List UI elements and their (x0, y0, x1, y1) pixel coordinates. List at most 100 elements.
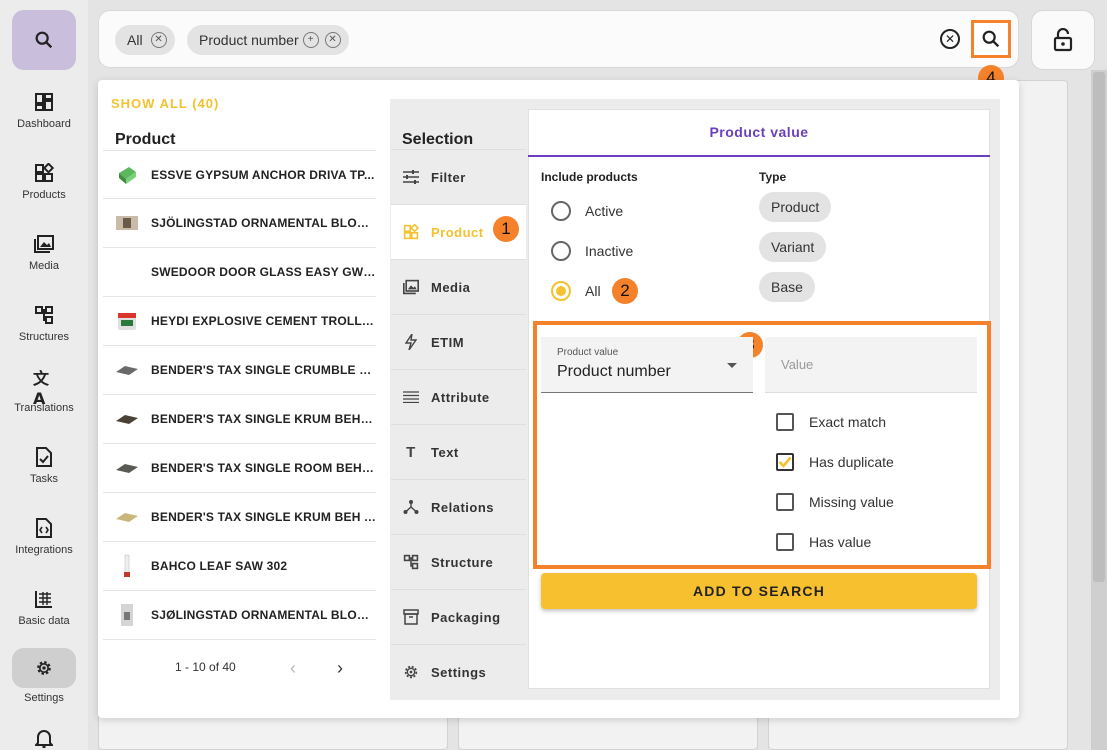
selection-item-packaging[interactable]: Packaging (391, 589, 526, 644)
nav-item-basic-data[interactable]: Basic data (0, 579, 88, 645)
list-item[interactable]: SWEDOOR DOOR GLASS EASY GW1 ... (103, 248, 376, 297)
checkbox-has-duplicate[interactable] (776, 453, 794, 471)
selection-label: Structure (431, 554, 494, 570)
search-button[interactable] (971, 20, 1011, 58)
radio-all[interactable] (551, 281, 571, 301)
list-item[interactable]: BENDER'S TAX SINGLE KRUM BEH B... (103, 395, 376, 444)
value-input[interactable] (765, 337, 977, 392)
close-icon[interactable]: ✕ (150, 32, 167, 48)
list-item[interactable]: SJÖLINGSTAD ORNAMENTAL BLOC... (103, 199, 376, 248)
nav-search-button[interactable] (12, 10, 76, 70)
checkbox-exact-match[interactable] (776, 413, 794, 431)
nav-item-products[interactable]: Products (0, 153, 88, 219)
product-thumbnail (116, 366, 138, 375)
bolt-icon (402, 333, 420, 351)
product-name: BAHCO LEAF SAW 302 (151, 559, 288, 573)
list-item[interactable]: BENDER'S TAX SINGLE ROOM BEH G... (103, 444, 376, 493)
selection-item-media[interactable]: Media (391, 259, 526, 314)
product-name: BENDER'S TAX SINGLE CRUMBLE U... (151, 363, 376, 377)
radio-active-label: Active (585, 203, 624, 219)
selection-item-attribute[interactable]: Attribute (391, 369, 526, 424)
selection-item-etim[interactable]: ETIM (391, 314, 526, 369)
list-item[interactable]: BAHCO LEAF SAW 302 (103, 542, 376, 591)
step-badge-2: 2 (612, 278, 638, 304)
checkbox-missing-value[interactable] (776, 493, 794, 511)
media-icon (33, 233, 55, 255)
product-name: SWEDOOR DOOR GLASS EASY GW1 ... (151, 265, 376, 279)
selection-item-structure[interactable]: Structure (391, 534, 526, 589)
product-thumbnail (116, 415, 138, 424)
nav-item-dashboard[interactable]: Dashboard (0, 82, 88, 148)
product-result-list: ESSVE GYPSUM ANCHOR DRIVA TP... SJÖLINGS… (103, 150, 376, 640)
list-item[interactable]: BENDER'S TAX SINGLE KRUM BEH Y... (103, 493, 376, 542)
search-chip-product-number[interactable]: Product number + ✕ (187, 25, 349, 55)
product-thumbnail (116, 216, 138, 230)
product-name: SJÖLINGSTAD ORNAMENTAL BLOC... (151, 216, 376, 230)
selection-label: Media (431, 279, 471, 295)
selection-title: Selection (402, 131, 474, 148)
list-item[interactable]: BENDER'S TAX SINGLE CRUMBLE U... (103, 346, 376, 395)
nav-item-settings[interactable]: Settings (0, 648, 88, 714)
checkbox-label: Exact match (809, 414, 887, 430)
nav-label: Dashboard (17, 118, 71, 130)
nav-item-structures[interactable]: Structures (0, 295, 88, 361)
lock-open-icon (1053, 28, 1073, 52)
checkbox-label: Has duplicate (809, 454, 894, 470)
product-column-title: Product (115, 131, 176, 148)
type-chip-base[interactable]: Base (759, 272, 815, 302)
bell-icon[interactable] (33, 728, 55, 750)
add-circle-icon[interactable]: + (302, 32, 319, 48)
nav-item-tasks[interactable]: Tasks (0, 437, 88, 503)
list-item[interactable]: HEYDI EXPLOSIVE CEMENT TROLL P... (103, 297, 376, 346)
tab-product-value[interactable]: Product value (528, 109, 990, 157)
selection-label: ETIM (431, 334, 465, 350)
relations-icon (402, 498, 420, 516)
radio-inactive[interactable] (551, 241, 571, 261)
archive-icon (402, 608, 420, 626)
text-icon: T (406, 443, 416, 461)
scrollbar-thumb[interactable] (1093, 72, 1105, 582)
search-icon (35, 31, 53, 49)
step-badge-1: 1 (493, 216, 519, 242)
nav-label: Media (29, 260, 59, 272)
selection-label: Text (431, 444, 459, 460)
dashboard-icon (33, 91, 55, 113)
gear-icon (402, 663, 420, 681)
products-icon (33, 162, 55, 184)
selection-item-filter[interactable]: Filter (391, 149, 526, 204)
lock-button[interactable] (1031, 10, 1095, 70)
search-chip-all[interactable]: All ✕ (115, 25, 175, 55)
products-icon (402, 223, 420, 241)
close-icon[interactable]: ✕ (324, 32, 341, 48)
product-thumbnail (118, 313, 136, 330)
product-value-select[interactable]: Product value Product number (541, 337, 753, 393)
product-thumbnail (115, 260, 139, 284)
selection-label: Packaging (431, 609, 501, 625)
product-name: BENDER'S TAX SINGLE KRUM BEH B... (151, 412, 376, 426)
nav-item-translations[interactable]: 文A Translations (0, 366, 88, 432)
radio-active[interactable] (551, 201, 571, 221)
show-all-link[interactable]: SHOW ALL (40) (111, 96, 219, 111)
product-name: HEYDI EXPLOSIVE CEMENT TROLL P... (151, 314, 376, 328)
type-chip-product[interactable]: Product (759, 192, 832, 222)
type-chip-variant[interactable]: Variant (759, 232, 827, 262)
left-nav: Dashboard Products Media Structures 文A T… (0, 0, 88, 750)
clear-search-icon[interactable]: ✕ (940, 29, 960, 49)
selection-item-relations[interactable]: Relations (391, 479, 526, 534)
search-bar[interactable]: All ✕ Product number + ✕ (98, 10, 1019, 68)
nav-item-integrations[interactable]: Integrations (0, 508, 88, 574)
selection-item-settings[interactable]: Settings (391, 644, 526, 699)
nav-item-media[interactable]: Media (0, 224, 88, 290)
list-item[interactable]: SJØLINGSTAD ORNAMENTAL BLOC... (103, 591, 376, 640)
selection-item-text[interactable]: T Text (391, 424, 526, 479)
selection-label: Attribute (431, 389, 490, 405)
chevron-left-icon[interactable]: ‹ (290, 658, 296, 679)
nav-label: Settings (24, 692, 64, 704)
list-item[interactable]: ESSVE GYPSUM ANCHOR DRIVA TP... (103, 150, 376, 199)
selection-label: Relations (431, 499, 495, 515)
chevron-right-icon[interactable]: › (337, 658, 343, 679)
product-name: SJØLINGSTAD ORNAMENTAL BLOC... (151, 608, 376, 622)
checkbox-has-value[interactable] (776, 533, 794, 551)
basic-data-icon (33, 588, 55, 610)
add-to-search-button[interactable]: ADD TO SEARCH (541, 573, 977, 609)
